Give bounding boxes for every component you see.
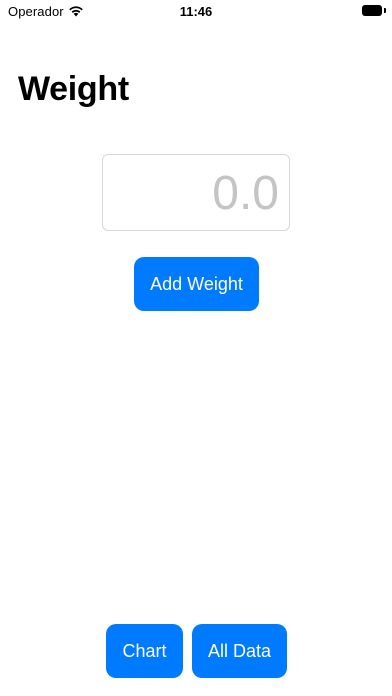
battery-icon [362,5,386,16]
add-weight-button[interactable]: Add Weight [134,257,259,311]
page-title: Weight [18,70,129,108]
weight-input[interactable] [119,169,279,219]
weight-field[interactable] [102,154,290,231]
status-time: 11:46 [179,4,213,19]
all-data-button[interactable]: All Data [192,624,287,678]
chart-button[interactable]: Chart [106,624,183,678]
status-bar: Operador 11:46 [0,0,392,24]
